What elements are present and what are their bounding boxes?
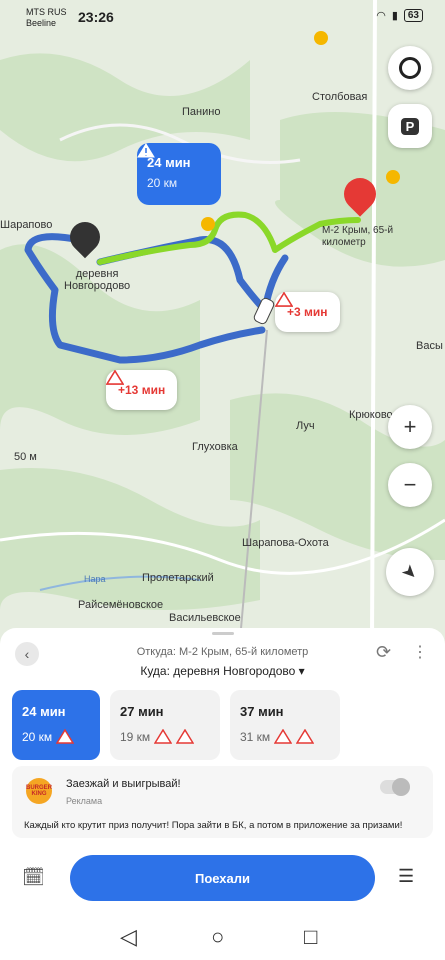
warning-icon bbox=[154, 729, 173, 744]
warning-icon bbox=[274, 729, 293, 744]
route-distance: 20 км bbox=[147, 176, 178, 190]
road-works-icon bbox=[296, 729, 315, 744]
route-options: 24 мин 20 км 27 мин 19 км 37 мин 31 км bbox=[12, 690, 340, 760]
alt-route-time: +3 мин bbox=[287, 305, 328, 319]
route-distance: 31 км bbox=[240, 729, 271, 744]
route-time: 24 мин bbox=[147, 155, 191, 170]
origin-line-2: километр bbox=[322, 237, 366, 248]
carrier-2: Beeline bbox=[26, 18, 57, 28]
route-meta: 31 км bbox=[240, 729, 330, 744]
signal-icon: ▮ bbox=[391, 10, 398, 22]
dest-line-1: деревня bbox=[75, 268, 119, 280]
place-label: Глуховка bbox=[192, 441, 238, 453]
ad-banner[interactable]: BURGER KING Заезжай и выигрывай! Реклама… bbox=[12, 766, 433, 838]
route-time: 24 мин bbox=[22, 704, 66, 719]
back-nav-button[interactable]: ◁ bbox=[120, 924, 137, 950]
more-icon: ⋮ bbox=[412, 644, 428, 661]
route-distance: 19 км bbox=[120, 729, 151, 744]
navigation-arrow-icon: ➤ bbox=[397, 559, 423, 585]
clock: 23:26 bbox=[78, 9, 114, 25]
place-label: Крюково bbox=[349, 409, 393, 421]
to-label[interactable]: Куда: деревня Новгородово ▾ bbox=[0, 664, 445, 678]
zoom-in-button[interactable]: + bbox=[388, 405, 432, 449]
place-label: Райсемёновское bbox=[78, 599, 164, 611]
calendar-clock-icon: 🗓 bbox=[22, 867, 45, 887]
burger-king-logo-icon: BURGER KING bbox=[26, 778, 52, 804]
poi-icon bbox=[386, 170, 400, 184]
place-label: Столбовая bbox=[312, 91, 368, 103]
refresh-icon: ⟳ bbox=[376, 642, 392, 662]
place-label: Луч bbox=[296, 420, 315, 432]
place-label: Шарапово bbox=[0, 219, 53, 231]
alice-button[interactable] bbox=[388, 46, 432, 90]
place-label: Пролетарский bbox=[142, 572, 214, 584]
alice-icon bbox=[399, 57, 421, 79]
selected-route-bubble[interactable]: 24 мин 20 км bbox=[137, 143, 221, 205]
scale-label: 50 м bbox=[14, 451, 37, 463]
route-time: 27 мин bbox=[120, 704, 164, 719]
route-meta: 19 км bbox=[120, 729, 210, 744]
place-label: Панино bbox=[182, 106, 221, 118]
route-option-3[interactable]: 37 мин 31 км bbox=[230, 690, 340, 760]
alt-route-bubble-1[interactable]: +3 мин bbox=[275, 292, 340, 332]
place-label: Васильевское bbox=[169, 612, 241, 624]
alt-route-time: +13 мин bbox=[118, 383, 166, 397]
route-panel: ‹ Откуда: М-2 Крым, 65-й километр Куда: … bbox=[0, 628, 445, 960]
poi-icon bbox=[314, 31, 328, 45]
route-settings-button[interactable]: ☰ bbox=[398, 866, 414, 887]
origin-label: М-2 Крым, 65-й километр bbox=[322, 225, 393, 249]
more-button[interactable]: ⋮ bbox=[412, 642, 428, 662]
parking-icon: P bbox=[400, 117, 420, 135]
road-works-icon bbox=[106, 370, 124, 385]
alt-route-bubble-2[interactable]: +13 мин bbox=[106, 370, 178, 410]
road-works-icon bbox=[275, 292, 293, 307]
schedule-button[interactable]: 🗓 bbox=[22, 867, 45, 888]
parking-button[interactable]: P bbox=[388, 104, 432, 148]
ad-toggle[interactable] bbox=[380, 778, 410, 796]
status-bar: MTS RUS Beeline 23:26 ◠ ▮ 63 bbox=[0, 0, 445, 32]
zoom-out-button[interactable]: − bbox=[388, 463, 432, 507]
place-label: Васы bbox=[416, 340, 443, 352]
road-works-icon bbox=[176, 729, 195, 744]
status-icons: ◠ ▮ 63 bbox=[376, 9, 423, 22]
route-option-1[interactable]: 24 мин 20 км bbox=[12, 690, 100, 760]
my-location-button[interactable]: ➤ bbox=[386, 548, 434, 596]
sliders-icon: ☰ bbox=[398, 866, 415, 886]
carrier-label: MTS RUS Beeline bbox=[26, 7, 67, 29]
home-nav-button[interactable]: ○ bbox=[211, 924, 224, 950]
battery-icon: 63 bbox=[403, 9, 423, 22]
wifi-icon: ◠ bbox=[376, 10, 386, 22]
warning-icon bbox=[137, 143, 155, 158]
map-view[interactable]: MTS RUS Beeline 23:26 ◠ ▮ 63 Панино Стол… bbox=[0, 0, 445, 640]
plus-icon: + bbox=[403, 414, 417, 439]
ad-title: Заезжай и выигрывай! bbox=[66, 778, 181, 790]
system-nav-bar: ◁ ○ □ bbox=[0, 912, 445, 960]
minus-icon: − bbox=[403, 472, 417, 497]
origin-line-1: М-2 Крым, 65-й bbox=[322, 225, 394, 236]
dest-line-2: Новгородово bbox=[64, 280, 131, 292]
route-distance: 20 км bbox=[22, 729, 53, 744]
poi-icon bbox=[201, 217, 215, 231]
map-canvas bbox=[0, 0, 445, 640]
route-option-2[interactable]: 27 мин 19 км bbox=[110, 690, 220, 760]
refresh-button[interactable]: ⟳ bbox=[376, 642, 391, 663]
recents-nav-button[interactable]: □ bbox=[304, 924, 317, 950]
river-label: Нара bbox=[84, 574, 106, 584]
place-label: Шарапова-Охота bbox=[242, 537, 329, 549]
go-button[interactable]: Поехали bbox=[70, 855, 375, 901]
route-time: 37 мин bbox=[240, 704, 284, 719]
route-meta: 20 км bbox=[22, 729, 90, 744]
destination-label: деревня Новгородово bbox=[64, 268, 130, 292]
drag-handle[interactable] bbox=[212, 632, 234, 635]
ad-text: Каждый кто крутит приз получит! Пора зай… bbox=[24, 820, 403, 831]
ad-label: Реклама bbox=[66, 796, 103, 806]
carrier-1: MTS RUS bbox=[26, 7, 67, 17]
warning-icon bbox=[56, 729, 75, 744]
